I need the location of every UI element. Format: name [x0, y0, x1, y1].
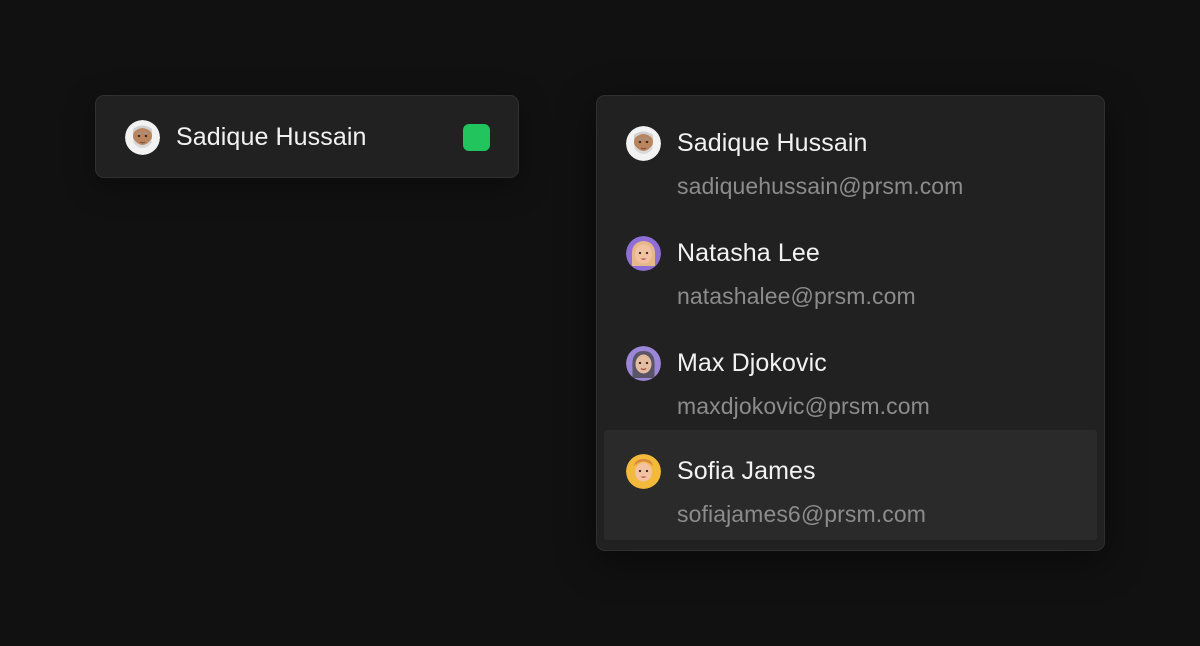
user-select-trigger[interactable]: Sadique Hussain	[95, 95, 519, 178]
memoji-woman-blonde-icon	[626, 236, 661, 271]
stage: Sadique Hussain Sadique Hussain sadiqueh…	[0, 0, 1200, 646]
user-option-name: Natasha Lee	[677, 239, 820, 267]
memoji-man-grey-beard-icon	[125, 120, 160, 155]
selected-user-name: Sadique Hussain	[176, 123, 367, 151]
user-option-max-djokovic[interactable]: Max Djokovic maxdjokovic@prsm.com	[604, 322, 1097, 432]
user-option-name: Sadique Hussain	[677, 129, 868, 157]
memoji-woman-grey-hair-icon	[626, 346, 661, 381]
user-option-name: Max Djokovic	[677, 349, 827, 377]
user-option-name: Sofia James	[677, 457, 816, 485]
user-select-menu: Sadique Hussain sadiquehussain@prsm.com …	[596, 95, 1105, 551]
user-option-sofia-james[interactable]: Sofia James sofiajames6@prsm.com	[604, 430, 1097, 540]
memoji-woman-ginger-icon	[626, 454, 661, 489]
user-option-natasha-lee[interactable]: Natasha Lee natashalee@prsm.com	[604, 212, 1097, 322]
user-option-email: sofiajames6@prsm.com	[677, 501, 927, 527]
user-option-email: maxdjokovic@prsm.com	[677, 393, 930, 419]
online-status-indicator	[463, 124, 490, 151]
user-option-email: sadiquehussain@prsm.com	[677, 173, 964, 199]
user-option-email: natashalee@prsm.com	[677, 283, 916, 309]
memoji-man-grey-beard-icon	[626, 126, 661, 161]
user-option-sadique-hussain[interactable]: Sadique Hussain sadiquehussain@prsm.com	[604, 102, 1097, 212]
